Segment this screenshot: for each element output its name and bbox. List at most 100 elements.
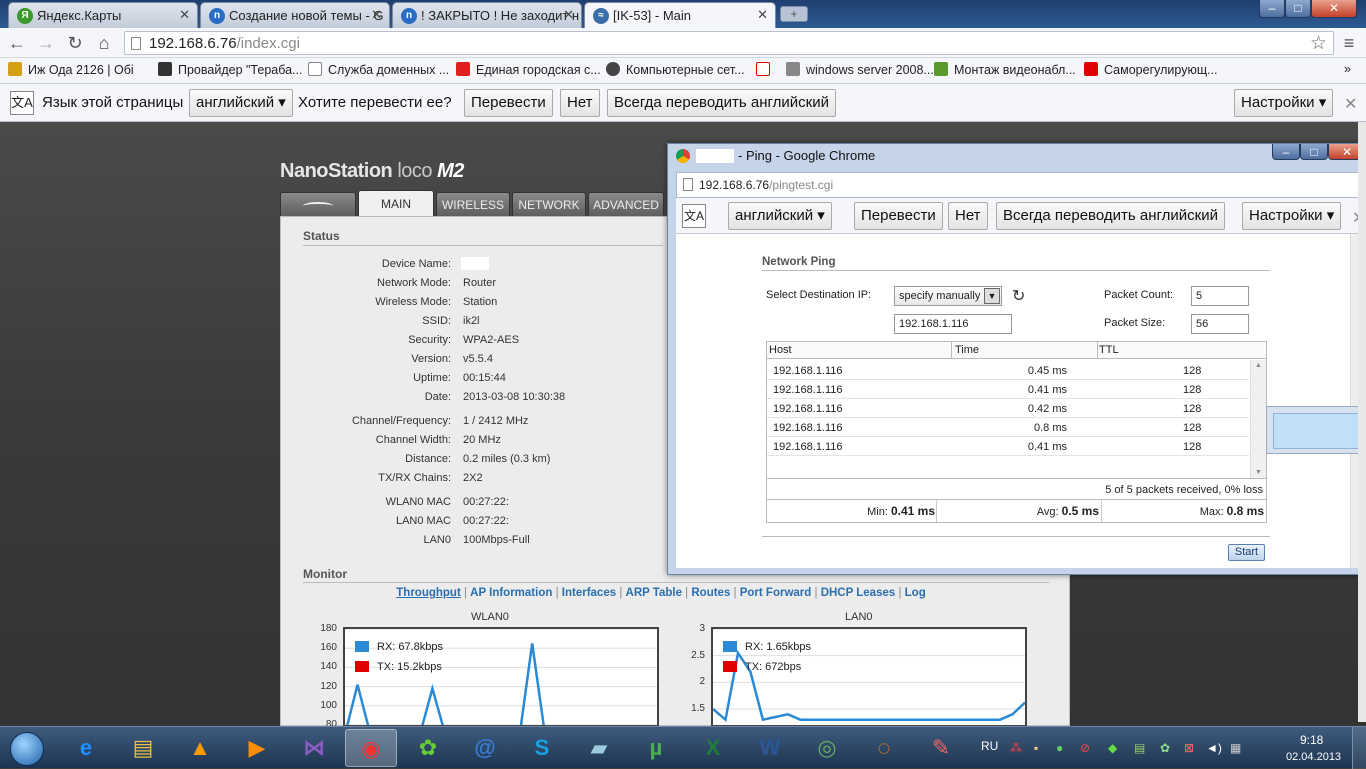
no-button[interactable]: Нет [948,202,988,230]
media-player-icon[interactable]: ▶ [231,729,283,767]
monitor-link-port-forward[interactable]: Port Forward [740,587,812,599]
table-row[interactable]: 192.168.1.116 0.41 ms 128 [767,437,1249,456]
antivirus-tray-icon: ⊘ [1080,741,1091,755]
monitor-link-routes[interactable]: Routes [691,587,730,599]
status-key: WLAN0 MAC [385,496,451,508]
translate-button[interactable]: Перевести [464,89,553,117]
tab-wireless[interactable]: WIRELESS [436,192,510,216]
clock-date[interactable]: 02.04.2013 [1286,751,1341,763]
home-icon[interactable]: ⌂ [93,33,115,53]
close-tab-icon[interactable]: ✕ [371,7,382,23]
reload-icon[interactable]: ↻ [64,33,86,53]
close-tab-icon[interactable]: ✕ [757,7,768,23]
bookmarks-overflow[interactable]: » [1344,62,1351,76]
skype-icon[interactable]: S [516,729,568,767]
language-select[interactable]: английский ▾ [189,89,293,117]
popup-title: - Ping - Google Chrome [738,148,876,163]
tab-advanced[interactable]: ADVANCED [588,192,664,216]
tab-network[interactable]: NETWORK [512,192,586,216]
bookmark-item[interactable]: Иж Ода 2126 | Обі [8,62,134,77]
forward-icon[interactable]: → [35,33,57,53]
bookmark-item[interactable]: Служба доменных ... [308,62,449,77]
monitor-link-dhcp-leases[interactable]: DHCP Leases [821,587,896,599]
thunderbird-icon[interactable]: @ [459,729,511,767]
paint-icon[interactable]: ✎ [915,729,967,767]
winbox-icon[interactable]: ◎ [801,729,853,767]
monitor-link-throughput[interactable]: Throughput [396,587,461,599]
close-tab-icon[interactable]: ✕ [563,7,574,23]
star-icon[interactable]: ☆ [1310,32,1327,55]
settings-button[interactable]: Настройки ▾ [1234,89,1334,117]
bookmark-item[interactable]: Саморегулирующ... [1084,62,1218,77]
tab-closed-thread[interactable]: n ! ЗАКРЫТО ! Не заходит н ✕ [392,2,582,28]
chrome-icon[interactable]: ◉ [345,729,397,767]
results-scrollbar[interactable]: ▲ ▼ [1250,360,1266,478]
explorer-icon[interactable]: ▤ [117,729,169,767]
show-desktop-button[interactable] [1352,727,1366,769]
visual-studio-icon[interactable]: ⋈ [288,729,340,767]
monitor-link-ap-information[interactable]: AP Information [470,587,552,599]
packet-count-input[interactable]: 5 [1191,286,1249,306]
packet-size-input[interactable]: 56 [1191,314,1249,334]
minimize-button[interactable]: – [1259,0,1285,18]
bookmark-item[interactable]: Единая городская с... [456,62,601,77]
table-header: Host Time TTL [767,342,1266,359]
start-orb[interactable] [4,729,50,767]
settings-button[interactable]: Настройки ▾ [1242,202,1342,230]
tab-ik53-main[interactable]: ≈ [IK-53] - Main ✕ [584,2,776,28]
tab-create-topic[interactable]: n Создание новой темы - G ✕ [200,2,390,28]
utorrent-icon[interactable]: µ [630,729,682,767]
new-tab-button[interactable]: + [780,6,808,22]
table-row[interactable]: 192.168.1.116 0.42 ms 128 [767,399,1249,418]
col-host[interactable]: Host [769,344,792,356]
address-bar[interactable]: 192.168.6.76/index.cgi ☆ [124,31,1334,55]
bookmark-item[interactable]: windows server 2008... [786,62,934,77]
always-translate-button[interactable]: Всегда переводить английский [607,89,836,117]
popup-address-bar[interactable]: 192.168.6.76/pingtest.cgi [676,172,1366,198]
bookmark-item[interactable]: Провайдер "Тераба... [158,62,302,77]
no-button[interactable]: Нет [560,89,600,117]
menu-icon[interactable]: ≡ [1338,33,1360,53]
always-translate-button[interactable]: Всегда переводить английский [996,202,1225,230]
col-ttl[interactable]: TTL [1099,344,1119,356]
language-indicator[interactable]: RU [981,739,998,753]
word-icon[interactable]: W [744,729,796,767]
bookmark-item[interactable]: Монтаж видеонабл... [934,62,1076,77]
monitor-link-interfaces[interactable]: Interfaces [562,587,616,599]
clock-time[interactable]: 9:18 [1300,733,1323,747]
aimp-icon[interactable]: ▲ [174,729,226,767]
refresh-icon[interactable]: ↻ [1012,286,1025,306]
table-row[interactable]: 192.168.1.116 0.41 ms 128 [767,380,1249,399]
table-row[interactable]: 192.168.1.116 0.45 ms 128 [767,361,1249,380]
dest-ip-input[interactable]: 192.168.1.116 [894,314,1012,334]
avast-icon[interactable]: ◌ [858,729,910,767]
legend-item: TX: 672bps [723,661,801,673]
dest-ip-select[interactable]: specify manually ▼ [894,286,1002,306]
start-button[interactable]: Start [1228,544,1265,561]
table-row[interactable]: 192.168.1.116 0.8 ms 128 [767,418,1249,437]
close-icon[interactable]: ✕ [1344,94,1357,114]
server-icon [786,62,800,76]
excel-icon[interactable]: X [687,729,739,767]
tab-yandex-maps[interactable]: Я Яндекс.Карты ✕ [8,2,198,28]
page-scrollbar[interactable] [1358,122,1366,722]
bookmark-item[interactable]: Компьютерные сет... [606,62,745,77]
monitor-link-log[interactable]: Log [905,587,926,599]
ubiquiti-logo-tab[interactable] [280,192,356,216]
popup-maximize-button[interactable]: □ [1300,144,1328,160]
translate-button[interactable]: Перевести [854,202,943,230]
monitor-link-arp-table[interactable]: ARP Table [626,587,682,599]
close-tab-icon[interactable]: ✕ [179,7,190,23]
close-window-button[interactable]: ✕ [1311,0,1357,18]
back-icon[interactable]: ← [6,33,28,53]
popup-minimize-button[interactable]: – [1272,144,1300,160]
ie-icon[interactable]: e [60,729,112,767]
col-time[interactable]: Time [955,344,979,356]
notepad-icon[interactable]: ▰ [573,729,625,767]
icq-icon[interactable]: ✿ [402,729,454,767]
language-select[interactable]: английский ▾ [728,202,832,230]
status-value: 2X2 [463,472,483,484]
bookmark-item[interactable] [756,62,776,77]
maximize-button[interactable]: □ [1285,0,1311,18]
tab-main[interactable]: MAIN [358,190,434,216]
